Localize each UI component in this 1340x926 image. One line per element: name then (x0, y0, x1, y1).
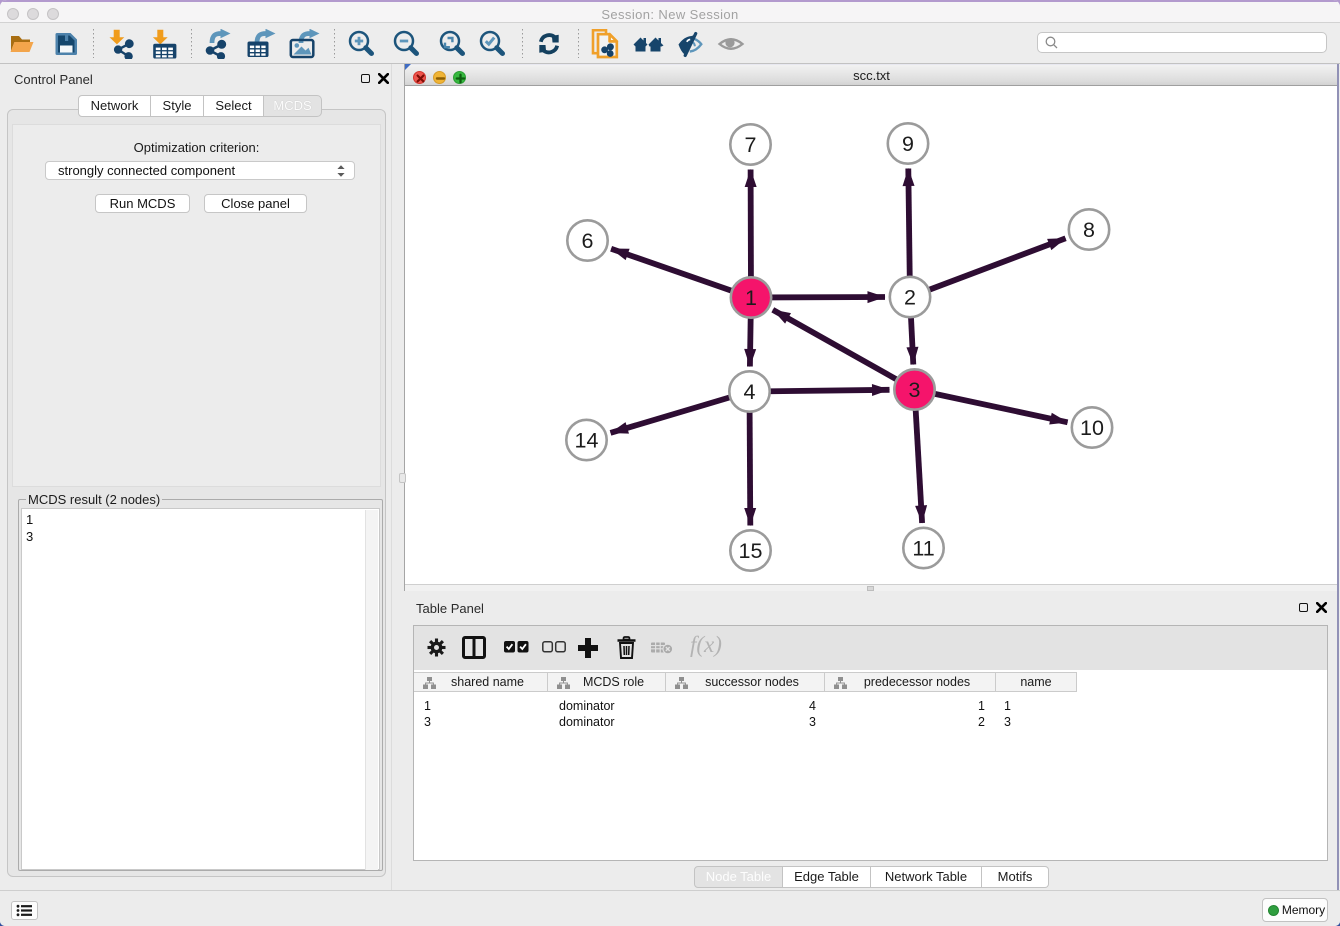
svg-text:8: 8 (1083, 218, 1095, 242)
svg-text:14: 14 (575, 429, 599, 453)
svg-text:7: 7 (745, 133, 757, 157)
svg-text:9: 9 (902, 132, 914, 156)
svg-text:3: 3 (909, 378, 921, 402)
svg-text:15: 15 (739, 539, 763, 563)
svg-text:6: 6 (582, 229, 594, 253)
svg-text:2: 2 (904, 286, 916, 310)
svg-text:10: 10 (1080, 416, 1104, 440)
svg-text:1: 1 (745, 286, 757, 310)
svg-text:4: 4 (744, 380, 756, 404)
svg-text:11: 11 (912, 537, 934, 561)
